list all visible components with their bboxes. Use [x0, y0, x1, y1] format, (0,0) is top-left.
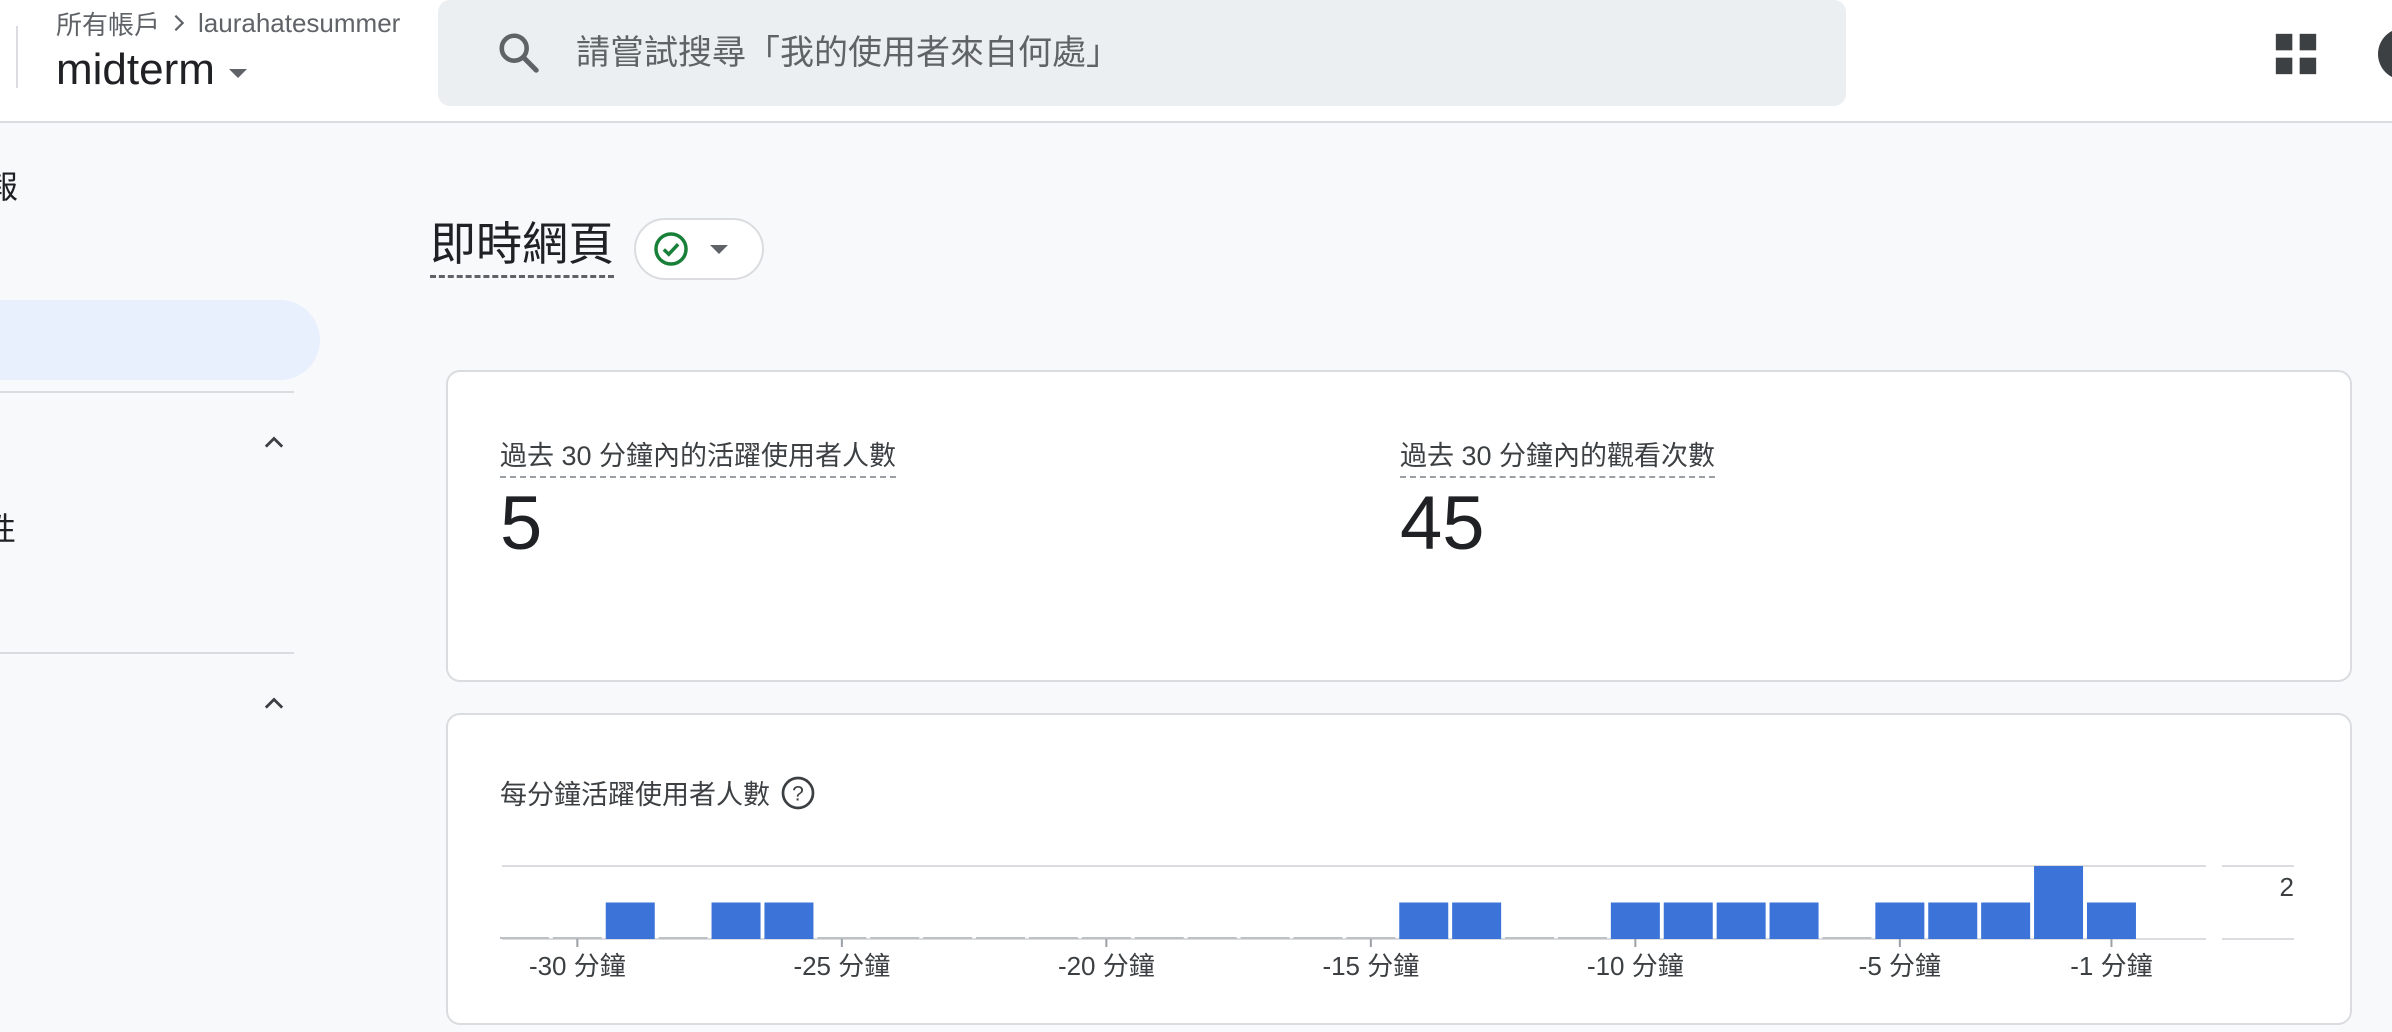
bar[interactable]: [1875, 902, 1925, 940]
x-tick-label: -15 分鐘: [1322, 951, 1419, 981]
bar[interactable]: [1981, 902, 2031, 940]
check-circle-icon: [654, 232, 688, 266]
search-icon: [499, 33, 539, 73]
bar[interactable]: [711, 902, 761, 940]
bar-chart: 2 -30 分鐘 -25 分鐘 -20 分鐘 -15 分鐘 -10 分鐘 -5 分鐘 -1 分…: [499, 865, 2294, 981]
x-tick-label: -1 分鐘: [2070, 951, 2152, 981]
account-avatar[interactable]: [2378, 28, 2392, 80]
bar[interactable]: [605, 902, 655, 940]
analytics-page: 所有帳戶 laurahatesummer midterm 報: [0, 0, 2392, 1032]
status-chip[interactable]: [634, 218, 764, 280]
bar[interactable]: [1399, 902, 1449, 940]
chevron-right-icon: [174, 14, 185, 32]
breadcrumb[interactable]: 所有帳戶 laurahatesummer: [56, 6, 400, 40]
nav-divider: [0, 652, 294, 654]
chevron-up-icon[interactable]: [260, 428, 288, 456]
bar[interactable]: [1452, 902, 1502, 940]
x-tick-label: -10 分鐘: [1587, 951, 1684, 981]
bar[interactable]: [1716, 902, 1766, 940]
x-tick-label: -30 分鐘: [529, 951, 626, 981]
bar[interactable]: [764, 902, 814, 940]
nav-item-fragment[interactable]: 性: [0, 504, 16, 550]
bar[interactable]: [2086, 902, 2136, 940]
bar[interactable]: [2034, 866, 2084, 939]
breadcrumb-root[interactable]: 所有帳戶: [56, 5, 160, 42]
page-title[interactable]: 即時網頁: [430, 214, 614, 278]
bar[interactable]: [1610, 902, 1660, 940]
nav-active-item[interactable]: [0, 300, 320, 380]
property-selector[interactable]: midterm: [56, 40, 247, 100]
search-bar[interactable]: [438, 0, 1846, 106]
x-tick-label: -20 分鐘: [1058, 951, 1155, 981]
bar[interactable]: [1928, 902, 1978, 940]
bar[interactable]: [1663, 902, 1713, 940]
topbar-divider: [16, 26, 18, 88]
breadcrumb-account[interactable]: laurahatesummer: [198, 8, 400, 39]
views-value: 45: [1400, 481, 1485, 566]
x-tick-label: -25 分鐘: [793, 951, 890, 981]
apps-grid-icon[interactable]: [2274, 32, 2318, 76]
y-tick-label: 2: [2280, 872, 2294, 902]
search-input[interactable]: [576, 22, 1796, 84]
top-app-bar: 所有帳戶 laurahatesummer midterm: [0, 0, 2392, 123]
nav-divider: [0, 391, 294, 393]
caret-down-icon: [710, 244, 728, 254]
active-users-value: 5: [500, 481, 543, 566]
caret-down-icon: [228, 68, 247, 78]
active-users-label[interactable]: 過去 30 分鐘內的活躍使用者人數: [500, 434, 897, 478]
chart-card: 每分鐘活躍使用者人數 ? 2 -30 分鐘 -25 分鐘 -20 分鐘 -15 分鐘 -1…: [446, 713, 2352, 1025]
bar[interactable]: [1769, 902, 1819, 940]
x-tick-label: -5 分鐘: [1859, 951, 1941, 981]
nav-item-reports-fragment[interactable]: 報: [0, 162, 18, 208]
metrics-card: 過去 30 分鐘內的活躍使用者人數 5 過去 30 分鐘內的觀看次數 45: [446, 370, 2352, 682]
views-label[interactable]: 過去 30 分鐘內的觀看次數: [1400, 434, 1716, 478]
chevron-up-icon[interactable]: [260, 689, 288, 717]
property-name: midterm: [56, 45, 215, 94]
